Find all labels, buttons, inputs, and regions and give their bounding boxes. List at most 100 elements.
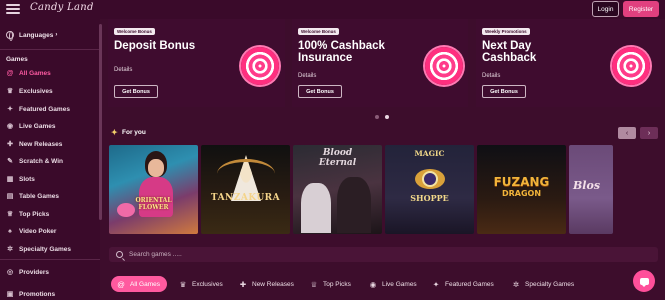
tab-live-games[interactable]: ◉ Live Games [369,276,417,292]
candy-swirl-icon [425,47,463,85]
crown-icon: ♛ [179,279,187,289]
new-icon: ✚ [7,141,13,148]
sidebar-item-label: Featured Games [19,105,70,113]
globe-icon [6,31,14,41]
gift-icon: ▣ [6,291,14,298]
for-you-heading: ✦ For you [111,129,146,137]
promo-card-deposit-bonus[interactable]: Welcome Bonus Deposit Bonus Details Get … [108,19,285,107]
chat-button[interactable] [633,270,655,292]
game-title-line: Eternal [318,158,357,168]
sidebar-item-label: Specialty Games [19,245,72,253]
sidebar-item-label: Scratch & Win [19,157,64,165]
sidebar-item-providers[interactable]: ◎ Providers [6,266,49,278]
sidebar: Languages › Games @ All Games ♛ Exclusiv… [0,19,100,300]
candy-swirl-icon [612,47,650,85]
carousel-dots [375,115,389,119]
game-title: FUZANG [493,175,550,189]
tab-label: Live Games [382,280,417,288]
tab-all-games[interactable]: @ All Games [111,276,167,292]
character-left [301,183,331,233]
sidebar-item-video-poker[interactable]: ♠ Video Poker [6,225,56,237]
sidebar-item-specialty-games[interactable]: ✲ Specialty Games [6,243,71,255]
tab-specialty-games[interactable]: ✲ Specialty Games [512,276,574,292]
search-input[interactable] [129,251,529,258]
tab-label: All Games [130,280,160,288]
scratch-icon: ✎ [7,158,13,165]
tab-new-releases[interactable]: ✚ New Releases [239,276,294,292]
sidebar-item-table-games[interactable]: ▤ Table Games [6,190,59,202]
promo-title: 100% Cashback Insurance [298,40,385,64]
trophy-icon: ♕ [6,211,14,218]
sidebar-item-top-picks[interactable]: ♕ Top Picks [6,208,49,220]
tab-top-picks[interactable]: ♕ Top Picks [310,276,351,292]
register-button[interactable]: Register [623,1,659,17]
sidebar-item-label: All Games [19,69,51,77]
promo-title: Next Day Cashback [482,40,537,64]
tab-label: New Releases [252,280,294,288]
character-face [148,159,164,177]
chat-icon [639,277,649,287]
game-tile-tanzakura[interactable]: TANZAKURA [201,145,290,234]
get-bonus-button[interactable]: Get Bonus [298,85,342,98]
promo-card-cashback-insurance[interactable]: Welcome Bonus 100% Cashback Insurance De… [292,19,468,107]
tab-featured-games[interactable]: ✦ Featured Games [432,276,494,292]
live-icon: ◉ [369,279,377,289]
new-icon: ✚ [239,279,247,289]
sidebar-item-scratch-win[interactable]: ✎ Scratch & Win [6,155,63,167]
brand-logo[interactable]: Candy Land [30,2,94,13]
promo-details-link[interactable]: Details [298,73,316,79]
divider [0,259,100,260]
game-tile-blossom[interactable]: Blos [569,145,613,234]
menu-icon[interactable] [6,4,20,14]
star-icon: ✦ [7,106,13,113]
game-tile-oriental-flower[interactable]: ORIENTAL FLOWER [109,145,198,234]
sidebar-item-featured-games[interactable]: ✦ Featured Games [6,103,70,115]
promo-card-next-day-cashback[interactable]: Weekly Promotions Next Day Cashback Deta… [476,19,661,107]
languages-label: Languages [19,31,54,39]
gear-icon: ✲ [7,246,13,253]
sidebar-item-label: Live Games [19,122,56,130]
tab-exclusives[interactable]: ♛ Exclusives [179,276,223,292]
game-title: DRAGON [501,189,542,198]
carousel-prev-button[interactable]: ‹ [618,127,636,139]
game-tile-magic-shoppe[interactable]: MAGIC SHOPPE [385,145,474,234]
promo-details-link[interactable]: Details [114,67,132,73]
game-title: MAGIC [414,149,445,158]
games-section-title: Games [6,56,28,63]
game-title: Blood Eternal [293,148,382,168]
gear-icon: ✲ [512,279,520,289]
sidebar-item-live-games[interactable]: ◉ Live Games [6,120,56,132]
live-icon: ◉ [6,123,14,130]
sidebar-item-new-releases[interactable]: ✚ New Releases [6,138,62,150]
get-bonus-button[interactable]: Get Bonus [114,85,158,98]
tab-label: Specialty Games [525,280,575,288]
crown-icon: ♛ [6,88,14,95]
game-title: Blos [573,179,601,192]
game-tile-fuzang-dragon[interactable]: FUZANG DRAGON [477,145,566,234]
top-bar: Candy Land Login Register [0,0,665,19]
sidebar-item-label: Table Games [19,192,59,200]
get-bonus-button[interactable]: Get Bonus [482,85,526,98]
sidebar-item-slots[interactable]: ▦ Slots [6,173,35,185]
game-title: TANZAKURA [210,193,281,203]
eye-pupil [424,173,436,185]
tab-label: Exclusives [192,280,223,288]
login-button[interactable]: Login [592,1,619,17]
search-icon [116,251,123,258]
carousel-next-button[interactable]: › [640,127,658,139]
cards-icon: ♠ [8,227,12,235]
game-title-line: FLOWER [138,204,169,211]
game-title: SHOPPE [410,193,449,203]
languages-selector[interactable]: Languages › [6,31,57,41]
sidebar-scrollbar[interactable] [99,24,102,220]
game-tile-blood-eternal[interactable]: Blood Eternal [293,145,382,234]
game-title-line: ORIENTAL [135,197,172,204]
slots-icon: ▦ [6,176,14,183]
carousel-dot-active[interactable] [385,115,389,119]
sidebar-item-promotions[interactable]: ▣ Promotions [6,288,55,300]
game-title-line: Blood [322,148,353,158]
promo-details-link[interactable]: Details [482,73,500,79]
carousel-dot[interactable] [375,115,379,119]
sidebar-item-all-games[interactable]: @ All Games [6,67,51,79]
sidebar-item-exclusives[interactable]: ♛ Exclusives [6,85,53,97]
